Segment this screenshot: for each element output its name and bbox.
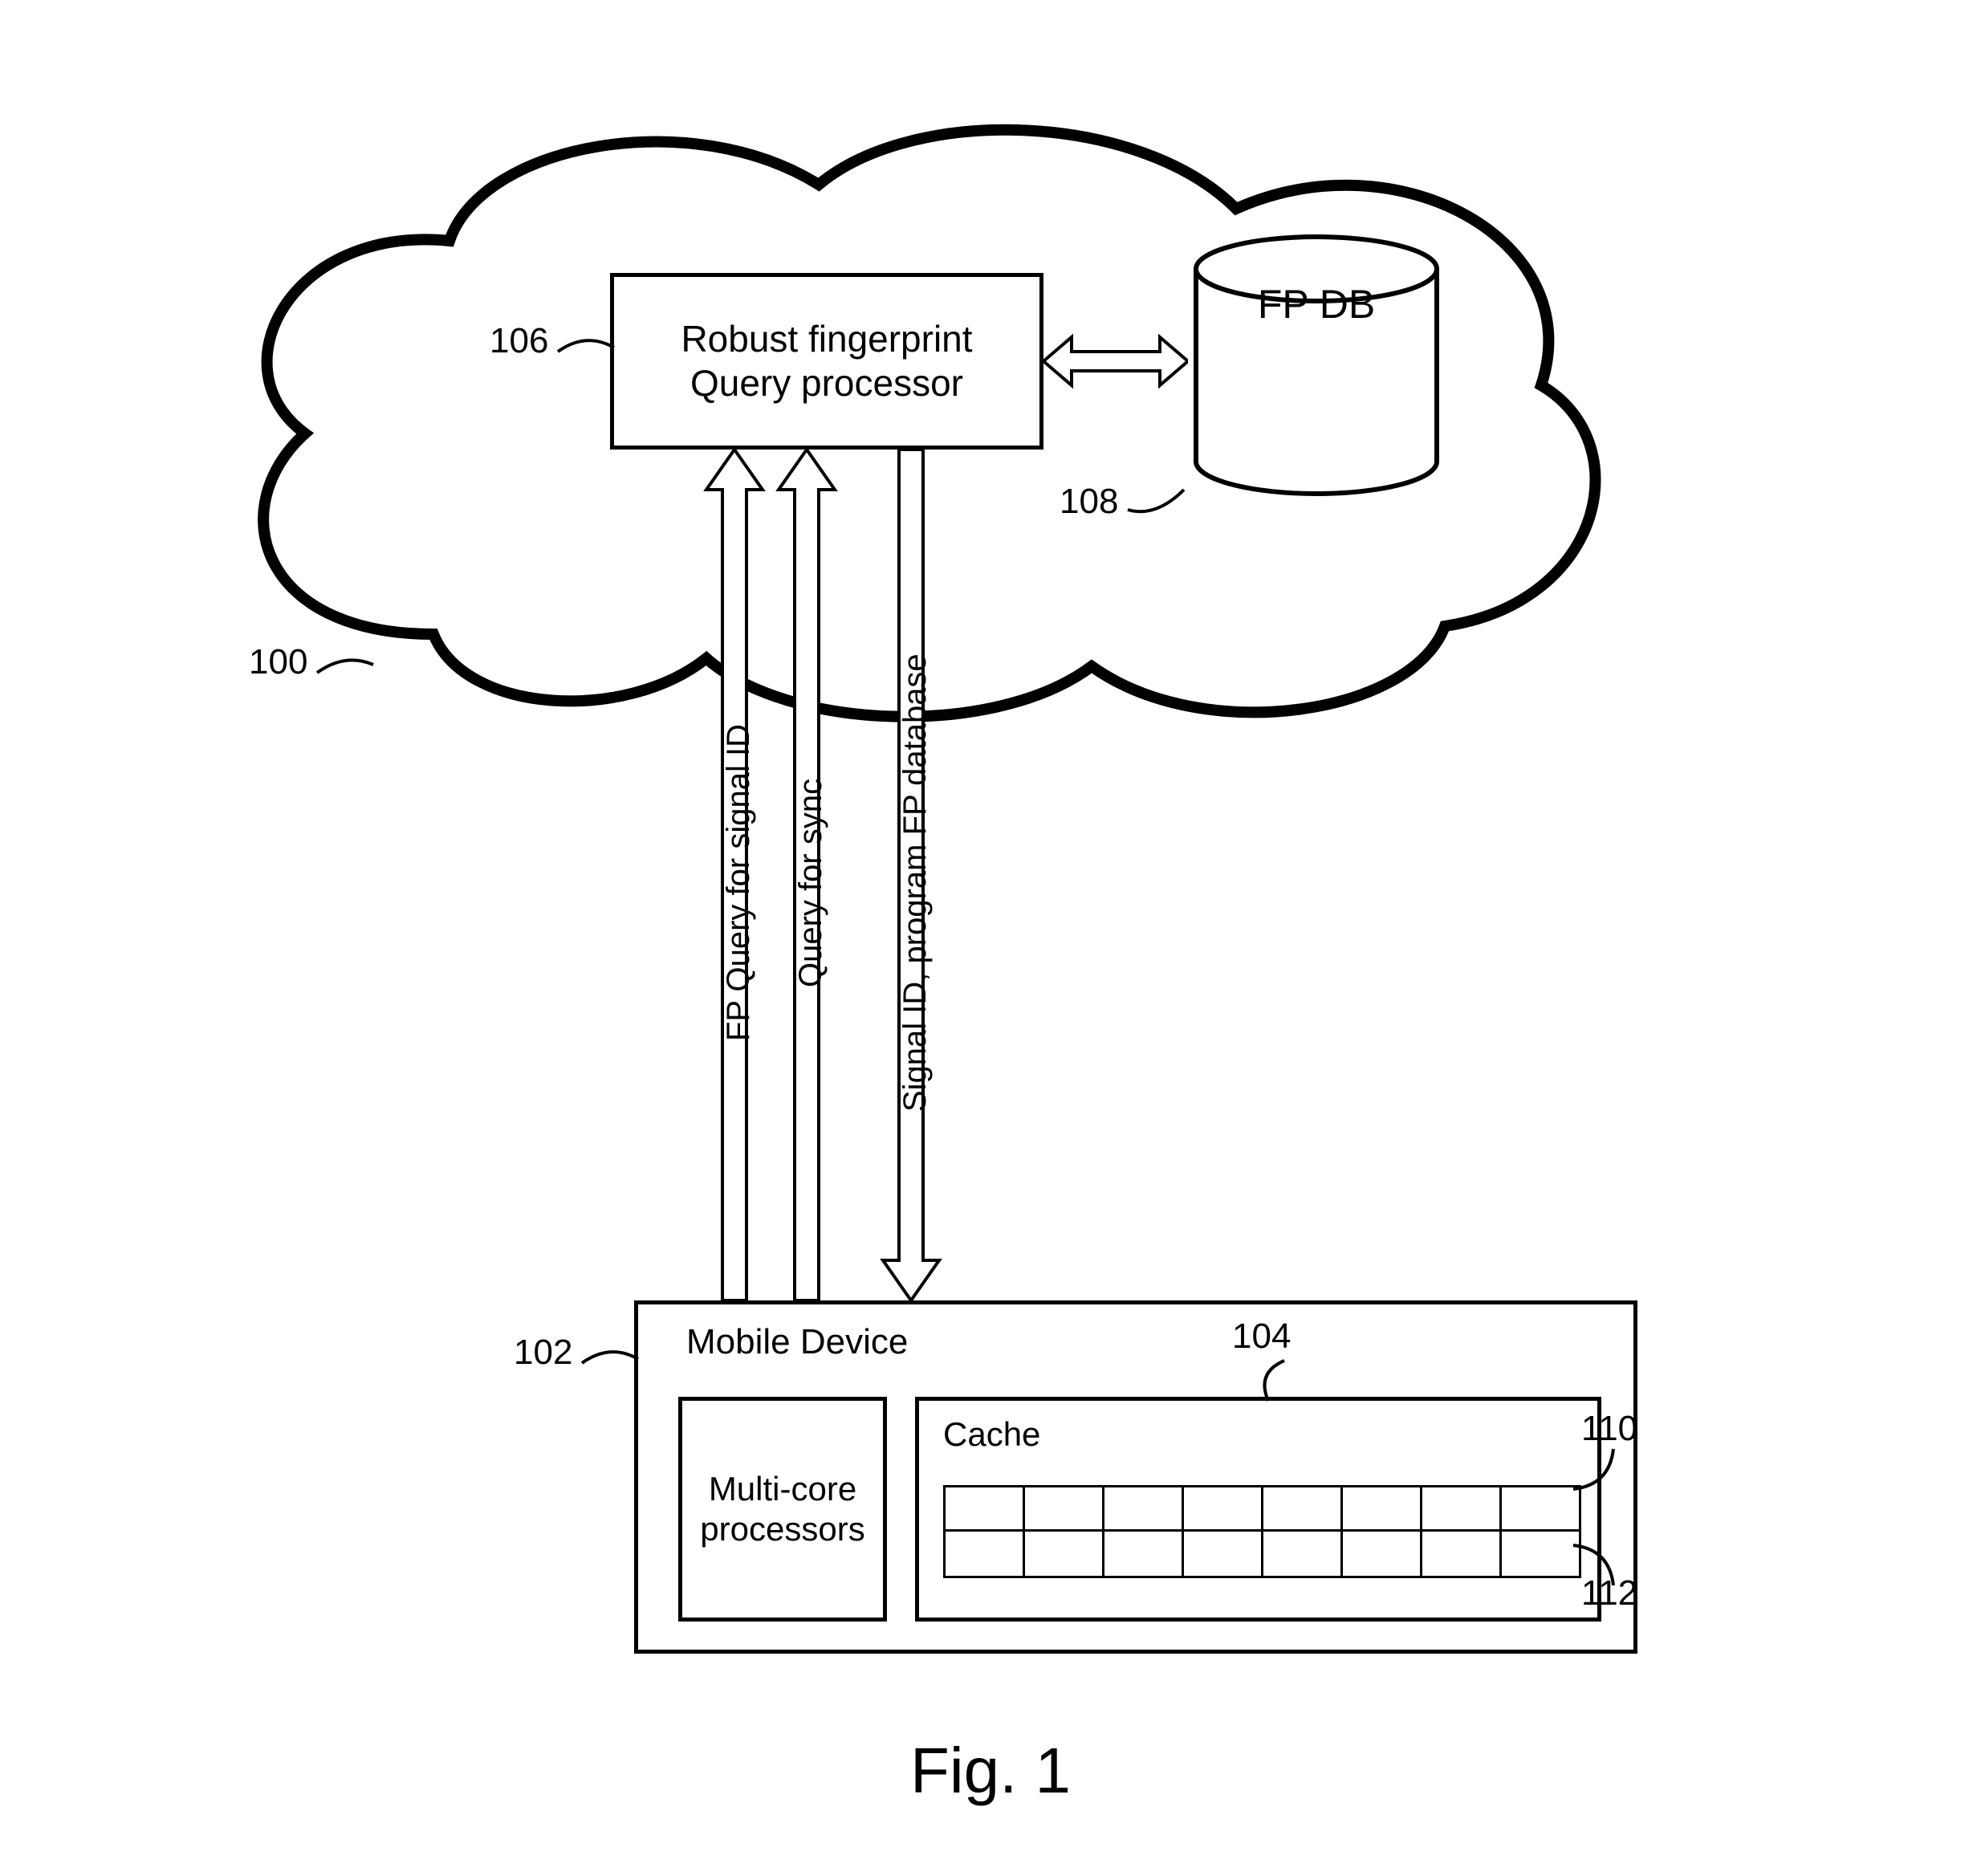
mobile-device-title: Mobile Device — [686, 1322, 908, 1362]
ref-110: 110 — [1581, 1409, 1637, 1449]
figure-caption: Fig. 1 — [0, 1734, 1981, 1808]
leader-104-icon — [1252, 1357, 1316, 1405]
cache-row-top — [943, 1485, 1581, 1532]
leader-108-icon — [1124, 474, 1188, 522]
cache-row-bottom — [943, 1532, 1581, 1578]
leader-112-icon — [1569, 1541, 1633, 1589]
arrow-fp-query-label: FP Query for signal ID — [721, 578, 757, 1188]
leader-110-icon — [1569, 1445, 1633, 1493]
cache-cell — [1025, 1532, 1104, 1578]
query-processor-box: Robust fingerprint Query processor — [610, 273, 1043, 450]
arrow-query-sync-label: Query for sync — [793, 578, 829, 1188]
cache-cell — [1263, 1532, 1343, 1578]
cache-box: Cache — [915, 1397, 1601, 1622]
cache-cell — [1343, 1485, 1422, 1532]
cache-cell — [1104, 1485, 1184, 1532]
cache-cell — [943, 1485, 1025, 1532]
ref-104: 104 — [1232, 1316, 1291, 1357]
fp-db-label: FP DB — [1220, 281, 1413, 328]
cache-cell — [1263, 1485, 1343, 1532]
ref-108: 108 — [1060, 482, 1118, 522]
cache-cell — [1343, 1532, 1422, 1578]
cache-cell — [1025, 1485, 1104, 1532]
ref-106: 106 — [490, 321, 548, 361]
ref-100: 100 — [249, 642, 307, 682]
cache-cell — [1104, 1532, 1184, 1578]
arrow-signal-id-label: Signal ID, program FP database — [897, 522, 934, 1244]
cache-cell — [1184, 1532, 1263, 1578]
leader-106-icon — [554, 328, 618, 376]
qp-db-arrow-icon — [1043, 321, 1188, 401]
mobile-device-box: Mobile Device Multi-core processors Cach… — [634, 1300, 1637, 1654]
leader-102-icon — [578, 1339, 642, 1387]
multi-core-label: Multi-core processors — [700, 1469, 864, 1550]
query-processor-label: Robust fingerprint Query processor — [681, 317, 972, 405]
fp-db-cylinder — [1188, 233, 1445, 498]
ref-102: 102 — [514, 1333, 572, 1373]
figure-stage: Robust fingerprint Query processor FP DB… — [0, 0, 1981, 1876]
cache-cell — [943, 1532, 1025, 1578]
cache-cell — [1184, 1485, 1263, 1532]
leader-100-icon — [313, 649, 377, 697]
cache-cell — [1422, 1485, 1502, 1532]
multi-core-box: Multi-core processors — [678, 1397, 887, 1622]
cache-cell — [1422, 1532, 1502, 1578]
cache-title: Cache — [943, 1415, 1040, 1454]
